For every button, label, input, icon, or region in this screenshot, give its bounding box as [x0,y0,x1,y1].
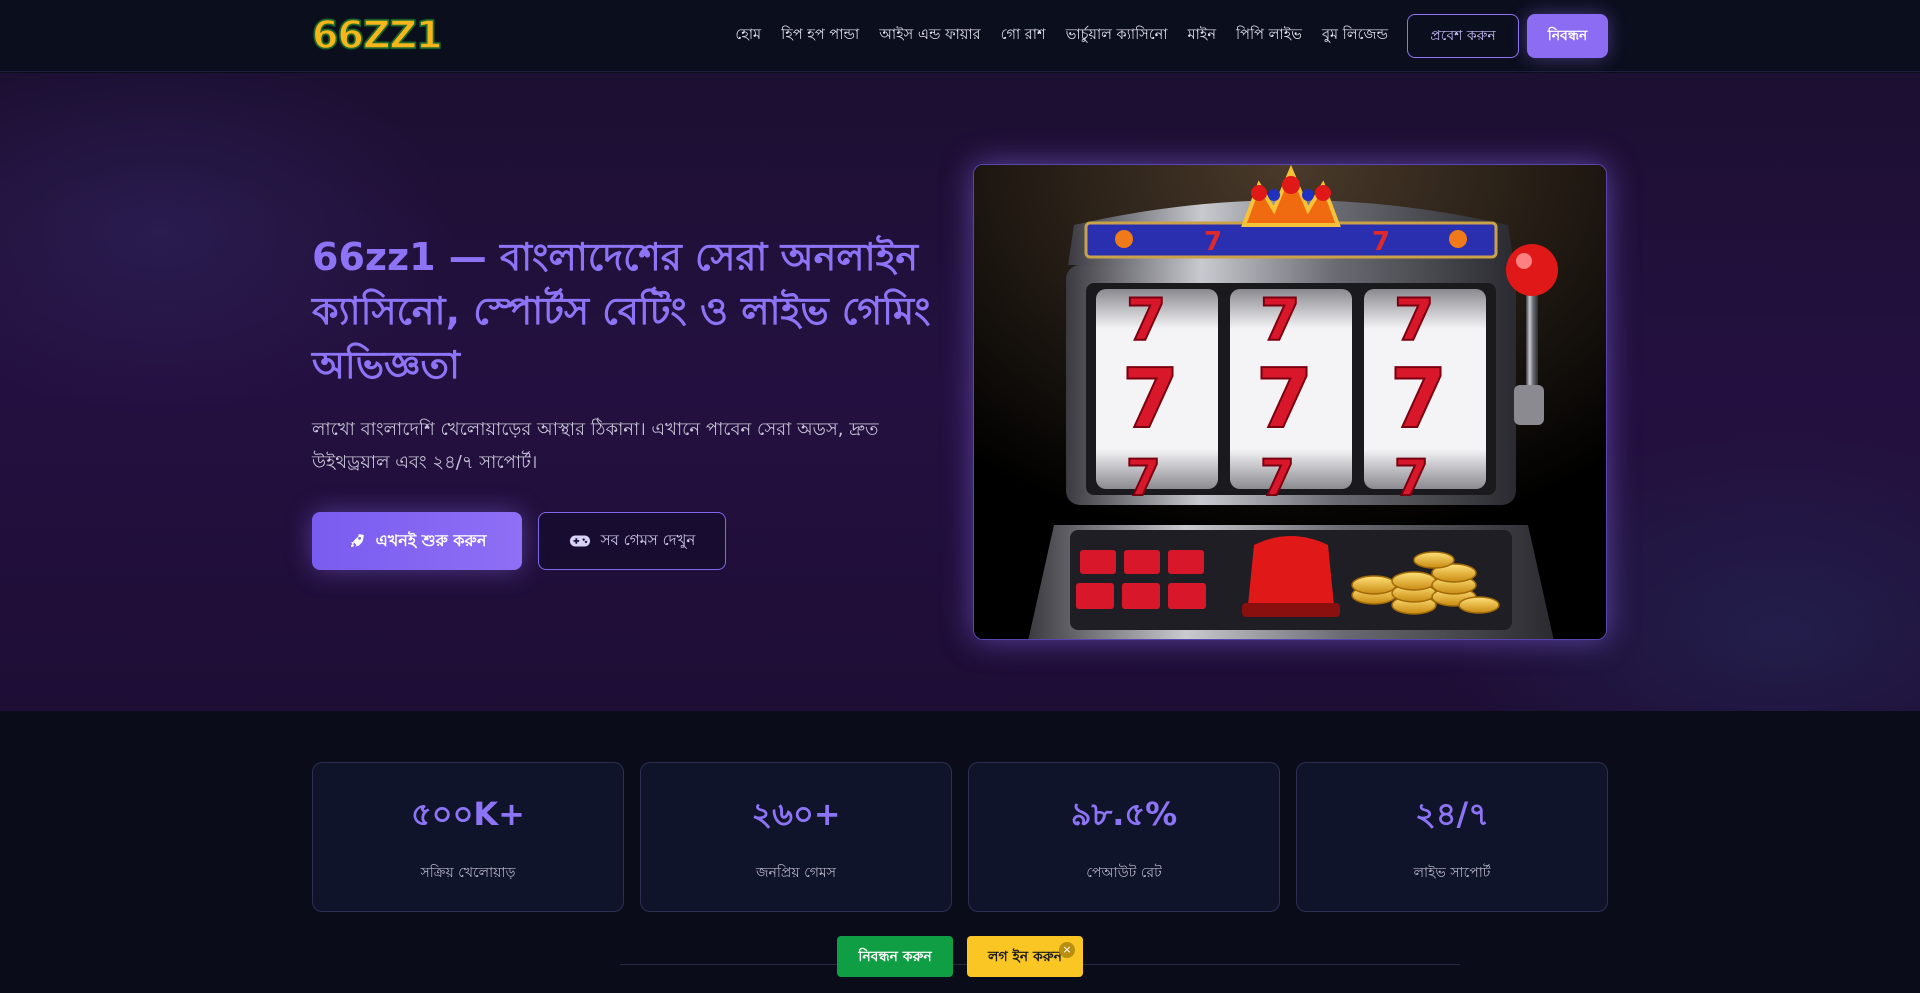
svg-text:7: 7 [1256,352,1313,447]
login-button[interactable]: প্রবেশ করুন [1407,14,1519,58]
main-nav: হোম হিপ হপ পান্ডা আইস এন্ড ফায়ার গো রাশ… [735,0,1388,72]
stats-row: ৫০০K+ সক্রিয় খেলোয়াড় ২৬০+ জনপ্রিয় গে… [312,762,1608,912]
stat-card-payout: ৯৮.৫% পেআউট রেট [968,762,1280,912]
site-header: 66ZZ1 হোম হিপ হপ পান্ডা আইস এন্ড ফায়ার … [0,0,1920,72]
nav-item-boom-legend[interactable]: বুম লিজেন্ড [1322,24,1388,48]
stat-card-players: ৫০০K+ সক্রিয় খেলোয়াড় [312,762,624,912]
hero-section [0,73,1920,711]
stat-label: লাইভ সাপোর্ট [1413,865,1491,881]
stat-value: ৯৮.৫% [1070,795,1178,833]
nav-item-home[interactable]: হোম [735,24,761,48]
svg-text:7: 7 [1372,227,1390,257]
rocket-icon [350,534,364,547]
nav-item-mine[interactable]: মাইন [1188,24,1216,48]
gamepad-icon [569,535,590,547]
view-all-games-label: সব গেমস দেখুন [600,530,696,549]
svg-text:7: 7 [1204,227,1222,257]
nav-item-pp-live[interactable]: পিপি লাইভ [1236,24,1302,48]
site-logo[interactable]: 66ZZ1 [311,12,443,58]
hero-title: 66zz1 — বাংলাদেশের সেরা অনলাইন ক্যাসিনো,… [312,235,931,387]
slot-machine-image: 7 7 7 7 7 7 7 7 7 7 7 [973,164,1607,640]
stat-value: ৫০০K+ [411,795,525,833]
floating-register-button[interactable]: নিবন্ধন করুন [837,936,953,977]
svg-text:7: 7 [1126,449,1161,507]
nav-item-go-rush[interactable]: গো রাশ [1001,24,1046,48]
start-now-label: এখনই শুরু করুন [375,530,487,550]
hero-subtitle: লাখো বাংলাদেশি খেলোয়াড়ের আস্থার ঠিকানা… [312,419,879,473]
svg-text:7: 7 [1122,352,1179,447]
stat-label: সক্রিয় খেলোয়াড় [420,865,516,881]
stat-label: পেআউট রেট [1086,865,1162,881]
nav-item-hip-hop-panda[interactable]: হিপ হপ পান্ডা [781,24,859,48]
svg-text:7: 7 [1394,286,1434,354]
svg-text:7: 7 [1394,449,1429,507]
stat-card-games: ২৬০+ জনপ্রিয় গেমস [640,762,952,912]
nav-item-ice-and-fire[interactable]: আইস এন্ড ফায়ার [879,24,980,48]
nav-item-virtual-casino[interactable]: ভার্চুয়াল ক্যাসিনো [1066,24,1168,48]
stat-card-support: ২৪/৭ লাইভ সাপোর্ট [1296,762,1608,912]
svg-text:7: 7 [1390,352,1447,447]
register-button[interactable]: নিবন্ধন [1527,14,1608,58]
stat-label: জনপ্রিয় গেমস [756,865,836,881]
start-now-button[interactable]: এখনই শুরু করুন [312,512,522,570]
svg-text:7: 7 [1260,286,1300,354]
close-icon[interactable]: × [1059,942,1075,958]
stat-value: ২৪/৭ [1414,795,1490,833]
svg-text:7: 7 [1126,286,1166,354]
svg-text:7: 7 [1260,449,1295,507]
stat-value: ২৬০+ [751,795,841,833]
view-all-games-button[interactable]: সব গেমস দেখুন [538,512,726,570]
